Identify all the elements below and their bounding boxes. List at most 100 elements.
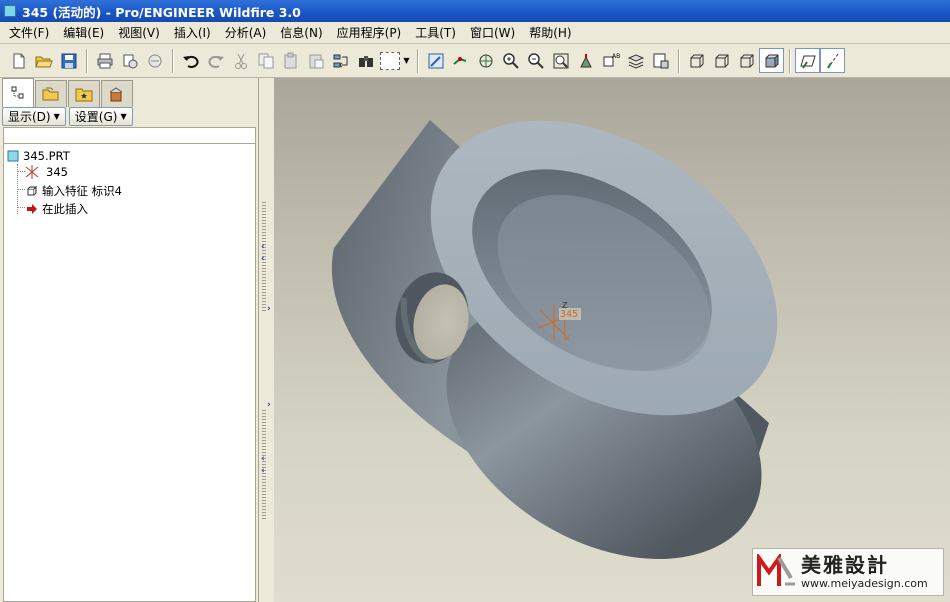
show-dropdown[interactable]: 显示(D) ▼ <box>2 107 66 126</box>
reorient-button[interactable] <box>573 48 598 73</box>
tree-root-item[interactable]: 345.PRT <box>7 149 70 163</box>
graphics-viewport[interactable]: Z 345 X <box>274 78 950 602</box>
copy-button[interactable] <box>253 48 278 73</box>
panel-splitter[interactable]: ‹ ‹ › › ‹ ‹ <box>259 78 274 602</box>
menu-analysis[interactable]: 分析(A) <box>218 24 274 41</box>
hidden-line-icon <box>715 54 728 67</box>
toolbar-separator <box>678 48 679 73</box>
paste-button[interactable] <box>278 48 303 73</box>
settings-dropdown-label: 设置(G) <box>74 110 118 124</box>
repaint-button[interactable] <box>423 48 448 73</box>
collapse-left-icon[interactable]: ‹ <box>261 254 265 264</box>
open-file-button[interactable] <box>31 48 56 73</box>
regenerate-button[interactable] <box>328 48 353 73</box>
model-tree: 345.PRT 345 输入特征 标识4 在此插入 <box>3 144 256 602</box>
redo-button[interactable] <box>203 48 228 73</box>
collapse-left-icon[interactable]: ‹ <box>261 454 265 464</box>
datum-axes-toggle[interactable] <box>820 48 845 73</box>
menu-edit[interactable]: 编辑(E) <box>56 24 111 41</box>
regenerate-icon <box>333 54 347 67</box>
redo-icon <box>208 55 224 68</box>
settings-dropdown[interactable]: 设置(G) ▼ <box>68 107 133 126</box>
collapse-left-icon[interactable]: ‹ <box>261 466 265 476</box>
connections-icon <box>109 87 123 102</box>
wireframe-button[interactable] <box>684 48 709 73</box>
binoculars-icon <box>358 55 373 67</box>
tab-folder-browser[interactable] <box>35 80 67 107</box>
tab-favorites[interactable] <box>68 80 100 107</box>
spin-center-button[interactable] <box>448 48 473 73</box>
toolbar-separator <box>86 48 87 73</box>
collapse-left-icon[interactable]: ‹ <box>261 242 265 252</box>
model-graphics <box>331 120 778 559</box>
tree-root-label: 345.PRT <box>23 149 70 163</box>
new-file-button[interactable] <box>6 48 31 73</box>
wireframe-icon <box>690 54 703 67</box>
tree-item-insert-here[interactable]: 在此插入 <box>26 201 88 217</box>
no-hidden-button[interactable] <box>734 48 759 73</box>
datum-planes-toggle[interactable] <box>795 48 820 73</box>
toolbar-separator <box>789 48 790 73</box>
send-mail-button[interactable] <box>117 48 142 73</box>
zoom-out-button[interactable] <box>523 48 548 73</box>
menu-info[interactable]: 信息(N) <box>273 24 329 41</box>
menu-applications[interactable]: 应用程序(P) <box>330 24 409 41</box>
toolbar-separator <box>417 48 418 73</box>
main-toolbar: ▼ AB <box>0 44 950 78</box>
undo-button[interactable] <box>178 48 203 73</box>
paste-special-icon <box>309 54 323 68</box>
menu-tools[interactable]: 工具(T) <box>408 24 463 41</box>
saved-views-icon: AB <box>603 53 620 66</box>
paste-special-button[interactable] <box>303 48 328 73</box>
find-button[interactable] <box>353 48 378 73</box>
expand-right-icon[interactable]: › <box>267 400 271 410</box>
navigator-panel: 显示(D) ▼ 设置(G) ▼ 345.PRT 345 输入特征 标识4 在此插… <box>0 78 259 602</box>
repaint-icon <box>428 53 443 68</box>
expand-right-icon[interactable]: › <box>267 304 271 314</box>
shading-button[interactable] <box>759 48 784 73</box>
title-bar: 345 (活动的) - Pro/ENGINEER Wildfire 3.0 <box>0 0 950 22</box>
zoom-in-button[interactable] <box>498 48 523 73</box>
tree-item-label: 在此插入 <box>42 202 88 216</box>
no-hidden-icon <box>740 54 753 67</box>
print-button[interactable] <box>92 48 117 73</box>
layers-button[interactable] <box>623 48 648 73</box>
layers-icon <box>627 53 644 69</box>
model-tree-icon <box>11 86 24 99</box>
zoom-out-icon <box>527 52 544 69</box>
splitter-grip[interactable] <box>262 410 266 520</box>
orient-mode-button[interactable] <box>473 48 498 73</box>
hidden-line-button[interactable] <box>709 48 734 73</box>
tree-item-csys[interactable]: 345 <box>24 165 68 179</box>
menu-file[interactable]: 文件(F) <box>2 24 56 41</box>
paste-icon <box>284 52 296 68</box>
attachment-icon <box>148 54 161 67</box>
cut-button[interactable] <box>228 48 253 73</box>
reorient-icon <box>579 53 592 67</box>
refit-button[interactable] <box>548 48 573 73</box>
view-manager-icon <box>653 53 668 68</box>
copy-icon <box>258 53 273 68</box>
view-manager-button[interactable] <box>648 48 673 73</box>
window-title: 345 (活动的) - Pro/ENGINEER Wildfire 3.0 <box>22 4 301 20</box>
menu-window[interactable]: 窗口(W) <box>463 24 522 41</box>
menu-insert[interactable]: 插入(I) <box>167 24 218 41</box>
menu-help[interactable]: 帮助(H) <box>522 24 578 41</box>
save-button[interactable] <box>56 48 81 73</box>
tree-toolbar: 显示(D) ▼ 设置(G) ▼ <box>2 107 133 126</box>
tab-connections[interactable] <box>101 80 133 107</box>
selection-filter-dropdown[interactable]: ▼ <box>378 49 412 73</box>
coordinate-system-icon <box>25 165 39 179</box>
tree-item-label: 输入特征 标识4 <box>42 184 122 198</box>
refit-icon <box>553 53 568 68</box>
datum-plane-icon <box>799 55 816 69</box>
tree-header-field[interactable] <box>3 127 256 144</box>
watermark-title: 美雅設計 <box>801 553 889 577</box>
send-attachment-button[interactable] <box>142 48 167 73</box>
tab-model-tree[interactable] <box>2 78 34 107</box>
tree-item-import-feature[interactable]: 输入特征 标识4 <box>26 183 122 199</box>
saved-views-button[interactable]: AB <box>598 48 623 73</box>
selection-box-icon <box>380 51 401 70</box>
orient-mode-icon <box>479 54 492 67</box>
menu-view[interactable]: 视图(V) <box>111 24 167 41</box>
